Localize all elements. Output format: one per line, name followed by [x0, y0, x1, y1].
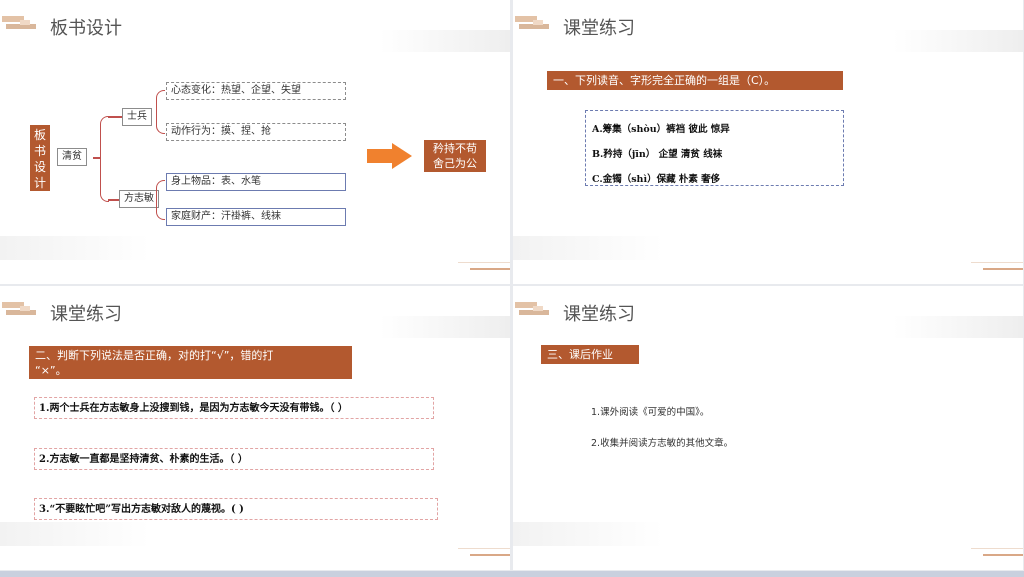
- fang-box: 方志敏: [119, 190, 159, 208]
- corner-decoration: [20, 306, 30, 311]
- instruction-line: “×”。: [35, 364, 67, 377]
- fang-brace: [156, 180, 165, 220]
- vertical-label-char: 计: [33, 176, 46, 190]
- footer-line: [470, 268, 510, 270]
- option-b: B.矜持（jīn） 企望 清贫 线袜: [592, 149, 723, 160]
- footer-line: [983, 268, 1023, 270]
- arrow-right-icon: [392, 143, 412, 169]
- item-box: 心态变化：热望、企望、失望: [166, 82, 346, 100]
- bottom-strip: [0, 571, 1024, 577]
- slide-homework[interactable]: 课堂练习 三、课后作业 1.课外阅读《可爱的中国》。 2.收集并阅读方志敏的其他…: [513, 286, 1023, 570]
- footer-gradient: [0, 236, 150, 260]
- slide-title: 课堂练习: [50, 304, 122, 325]
- footer-line: [971, 262, 1023, 263]
- corner-decoration: [533, 306, 543, 311]
- item-box: 动作行为：摸、捏、抢: [166, 123, 346, 141]
- slide-title: 课堂练习: [563, 304, 635, 325]
- soldier-box: 士兵: [122, 108, 152, 126]
- homework-item: 1.课外阅读《可爱的中国》。: [591, 407, 710, 418]
- statement-box: 1.两个士兵在方志敏身上没搜到钱，是因为方志敏今天没有带钱。（ ）: [34, 397, 434, 419]
- header-gradient: [380, 30, 510, 52]
- slide-board-design[interactable]: 板书设计 板 书 设 计 清贫 士兵 方志敏 心态变化：热望、企望、失望 动作行…: [0, 0, 510, 284]
- statement-box: 3.“不要眩忙吧”写出方志敏对敌人的蔑视。( ): [34, 498, 438, 520]
- item-box: 身上物品：表、水笔: [166, 173, 346, 191]
- slide-title: 课堂练习: [563, 18, 635, 39]
- header-gradient: [893, 30, 1023, 52]
- main-brace: [100, 116, 109, 202]
- homework-heading: 三、课后作业: [541, 345, 639, 364]
- footer-line: [458, 262, 510, 263]
- option-c: C.金镯（shì）保藏 朴素 奢侈: [592, 174, 721, 185]
- footer-gradient: [513, 236, 663, 260]
- header-gradient: [893, 316, 1023, 338]
- brace-connector: [93, 157, 101, 159]
- result-line: 舍己为公: [433, 157, 477, 170]
- statement-box: 2.方志敏一直都是坚持清贫、朴素的生活。（ ）: [34, 448, 434, 470]
- footer-gradient: [513, 522, 663, 546]
- slide-exercise-1[interactable]: 课堂练习 一、下列读音、字形完全正确的一组是（C）。 A.筹集（shòu）裤裆 …: [513, 0, 1023, 284]
- result-box: 矜持不苟 舍己为公: [424, 140, 486, 172]
- footer-line: [470, 554, 510, 556]
- corner-decoration: [533, 20, 543, 25]
- footer-line: [983, 554, 1023, 556]
- footer-gradient: [0, 522, 150, 546]
- options-box: A.筹集（shòu）裤裆 彼此 惊异 B.矜持（jīn） 企望 清贫 线袜 C.…: [585, 110, 844, 186]
- vertical-label-char: 设: [33, 160, 46, 174]
- option-a: A.筹集（shòu）裤裆 彼此 惊异: [592, 124, 730, 135]
- vertical-label-char: 书: [33, 144, 46, 158]
- footer-line: [458, 548, 510, 549]
- vertical-label-char: 板: [33, 128, 46, 142]
- arrow-right-icon: [367, 149, 393, 163]
- result-line: 矜持不苟: [433, 142, 477, 155]
- instruction-heading: 二、判断下列说法是否正确，对的打“√”，错的打 “×”。: [29, 346, 352, 379]
- corner-decoration: [20, 20, 30, 25]
- question-heading: 一、下列读音、字形完全正确的一组是（C）。: [547, 71, 843, 90]
- soldier-brace: [156, 90, 165, 134]
- homework-item: 2.收集并阅读方志敏的其他文章。: [591, 438, 734, 449]
- slide-title: 板书设计: [50, 18, 122, 39]
- vertical-label: 板 书 设 计: [30, 125, 50, 191]
- item-box: 家庭财产：汗褂裤、线袜: [166, 208, 346, 226]
- center-box: 清贫: [57, 148, 87, 166]
- instruction-line: 二、判断下列说法是否正确，对的打“√”，错的打: [35, 349, 274, 362]
- header-gradient: [380, 316, 510, 338]
- slide-exercise-2[interactable]: 课堂练习 二、判断下列说法是否正确，对的打“√”，错的打 “×”。 1.两个士兵…: [0, 286, 510, 570]
- footer-line: [971, 548, 1023, 549]
- brace-connector: [108, 116, 122, 118]
